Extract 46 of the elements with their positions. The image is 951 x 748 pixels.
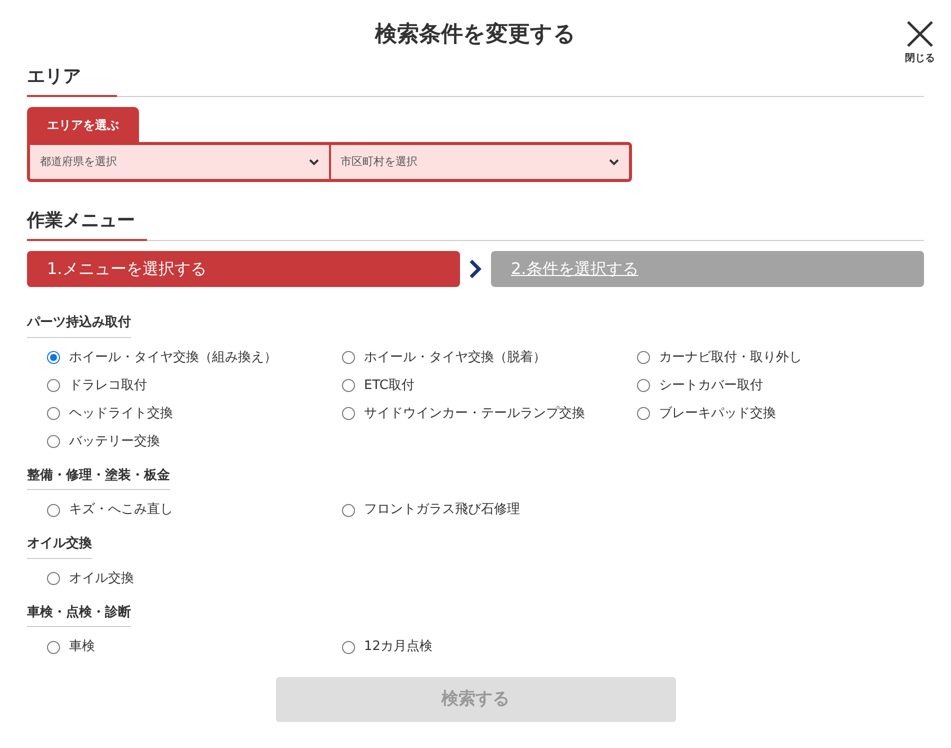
chevron-down-icon — [308, 158, 318, 166]
radio-button[interactable] — [47, 435, 60, 448]
radio-option[interactable]: オイル交換 — [47, 564, 342, 592]
radio-button[interactable] — [342, 504, 355, 516]
radio-button[interactable] — [342, 351, 355, 364]
radio-option[interactable]: フロントガラス飛び石修理 — [342, 496, 637, 524]
radio-option[interactable]: サイドウインカー・テールランプ交換 — [342, 400, 637, 428]
close-icon — [906, 20, 934, 48]
radio-button[interactable] — [342, 640, 355, 654]
radio-button[interactable] — [47, 640, 60, 654]
radio-button[interactable] — [637, 351, 650, 364]
radio-button[interactable] — [47, 407, 60, 420]
select-field[interactable]: 市区町村を選択 — [328, 145, 629, 179]
radio-option[interactable]: ETC取付 — [342, 372, 637, 400]
step-tab[interactable]: 1.メニューを選択する — [27, 251, 460, 287]
radio-button[interactable] — [47, 351, 60, 364]
radio-button[interactable] — [342, 379, 355, 392]
radio-option[interactable]: ドラレコ取付 — [47, 372, 342, 400]
category-heading: オイル交換 — [27, 534, 92, 558]
area-tab[interactable]: エリアを選ぶ — [27, 107, 139, 142]
radio-option[interactable]: ブレーキパッド交換 — [637, 400, 932, 428]
radio-option[interactable]: バッテリー交換 — [47, 428, 342, 456]
radio-option[interactable]: カーナビ取付・取り外し — [637, 344, 932, 372]
chevron-down-icon — [609, 158, 619, 166]
radio-button[interactable] — [637, 379, 650, 392]
radio-button[interactable] — [637, 407, 650, 420]
page-title: 検索条件を変更する — [375, 20, 576, 49]
radio-button[interactable] — [47, 379, 60, 392]
radio-option[interactable]: ホイール・タイヤ交換（組み換え） — [47, 344, 342, 372]
radio-option[interactable]: キズ・へこみ直し — [47, 496, 342, 524]
category-heading: パーツ持込み取付 — [27, 313, 131, 338]
select-field[interactable]: 都道府県を選択 — [30, 145, 328, 179]
radio-option[interactable]: 12カ月点検 — [342, 633, 637, 661]
radio-option[interactable]: ヘッドライト交換 — [47, 400, 342, 428]
radio-option[interactable]: ホイール・タイヤ交換（脱着） — [342, 344, 637, 372]
chevron-right-icon — [469, 259, 482, 279]
category-heading: 整備・修理・塗装・板金 — [27, 466, 170, 490]
radio-button[interactable] — [47, 572, 60, 585]
close-button[interactable]: 閉じる — [905, 20, 935, 66]
radio-option[interactable]: シートカバー取付 — [637, 372, 932, 400]
section-heading: エリア — [27, 64, 117, 97]
category-heading: 車検・点検・診断 — [27, 602, 131, 627]
radio-button[interactable] — [342, 407, 355, 420]
radio-button[interactable] — [47, 504, 60, 516]
radio-option[interactable]: 車検 — [47, 633, 342, 661]
section-heading: 作業メニュー — [27, 208, 147, 241]
